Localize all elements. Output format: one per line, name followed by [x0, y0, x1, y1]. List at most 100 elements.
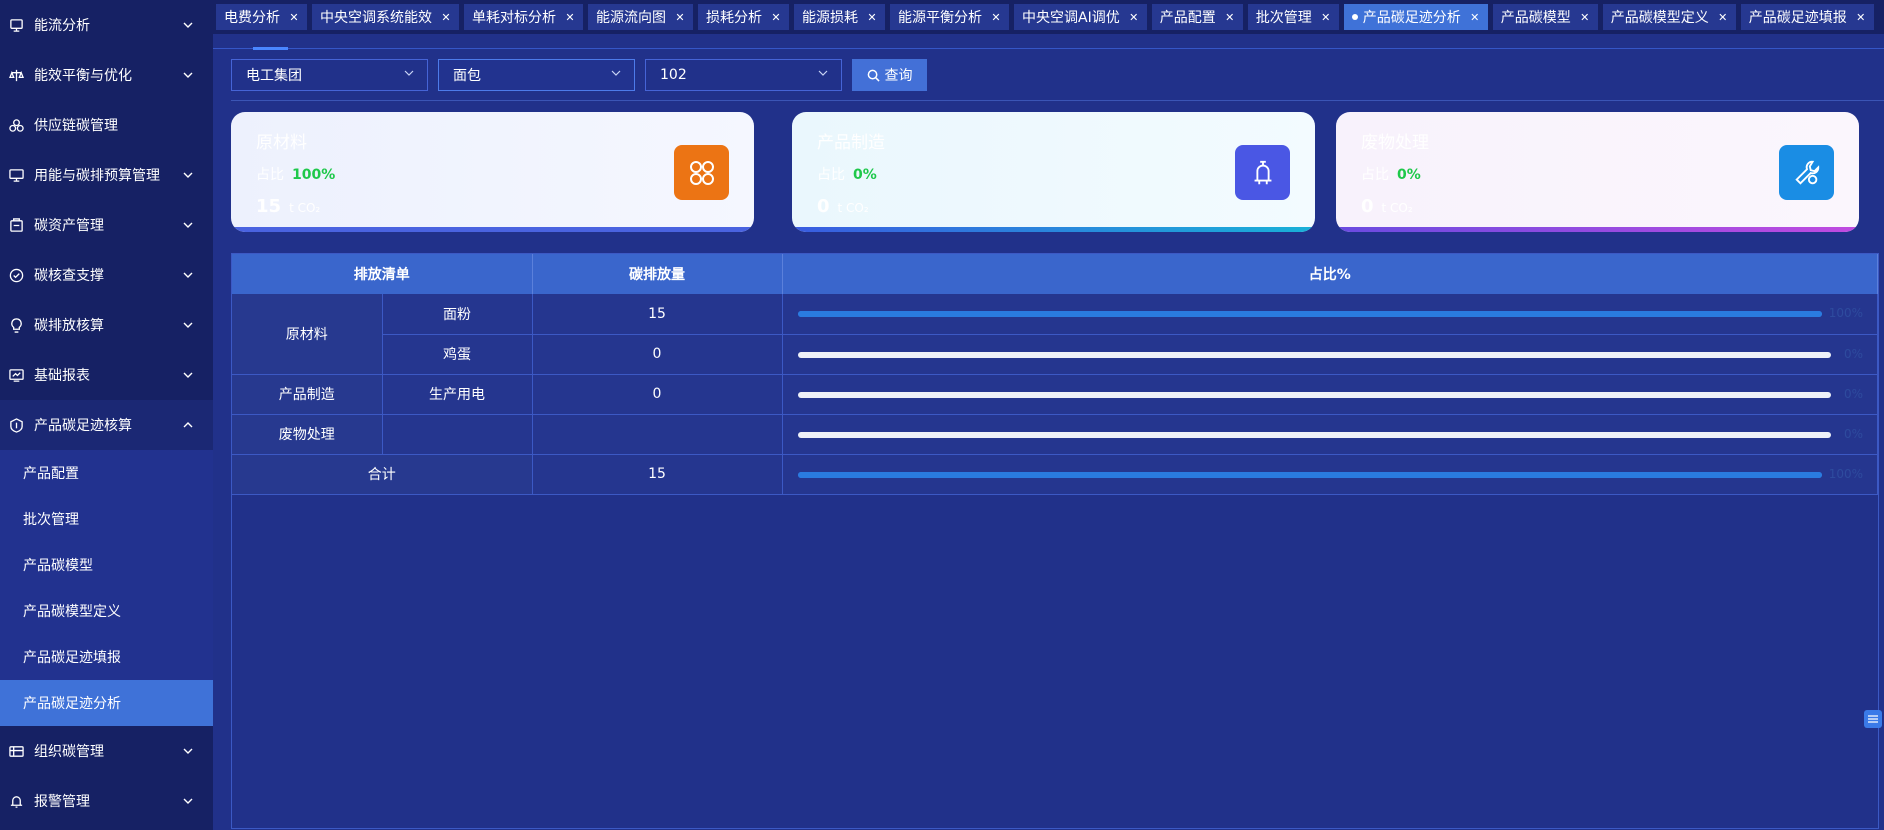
close-icon[interactable]: ✕	[867, 11, 877, 24]
sidebar-item-label: 碳核查支撑	[34, 268, 104, 284]
tab-batch-management[interactable]: 批次管理 ✕	[1247, 4, 1339, 30]
sidebar-item-label: 组织碳管理	[34, 744, 104, 760]
settings-sliders-icon[interactable]	[1864, 710, 1882, 728]
table-row: 原材料 面粉 15 100%	[232, 294, 1878, 375]
card-ratio-value: 0%	[1397, 167, 1421, 183]
close-icon[interactable]: ✕	[1580, 11, 1590, 24]
close-icon[interactable]: ✕	[1856, 11, 1866, 24]
sidebar-item-label: 用能与碳排预算管理	[34, 168, 160, 184]
table-row: 产品制造 生产用电 0 0%	[232, 374, 1878, 415]
card-ratio-label: 占比	[1361, 167, 1389, 183]
close-icon[interactable]: ✕	[289, 11, 299, 24]
company-select[interactable]: 电工集团	[231, 59, 428, 91]
close-icon[interactable]: ✕	[771, 11, 781, 24]
bell-icon	[1235, 145, 1290, 200]
tab-product-config[interactable]: 产品配置 ✕	[1151, 4, 1243, 30]
card-raw-material: 原材料 占比 100% 15 t CO₂	[231, 112, 754, 232]
sidebar-item-accounting[interactable]: 碳排放核算	[0, 300, 213, 350]
tab-footprint-entry[interactable]: 产品碳足迹填报 ✕	[1740, 4, 1874, 30]
close-icon[interactable]: ✕	[1129, 11, 1139, 24]
close-icon[interactable]: ✕	[1470, 11, 1480, 24]
sidebar-item-reports[interactable]: 基础报表	[0, 350, 213, 400]
ratio-cell: 0%	[782, 334, 1878, 375]
tab-loss-analysis[interactable]: 损耗分析 ✕	[698, 4, 789, 30]
chevron-down-icon	[817, 67, 829, 83]
tab-label: 单耗对标分析	[472, 10, 556, 26]
progress-bar	[797, 391, 1831, 398]
tab-label: 能源流向图	[596, 10, 666, 26]
emission-cell	[532, 414, 783, 455]
card-ratio: 占比 0%	[817, 164, 877, 184]
tab-label: 中央空调系统能效	[320, 10, 432, 26]
report-icon	[8, 367, 24, 383]
wrench-icon	[1779, 145, 1834, 200]
progress-bar	[797, 431, 1831, 438]
card-unit: t CO₂	[837, 201, 869, 215]
sidebar-item-efficiency[interactable]: 能效平衡与优化	[0, 50, 213, 100]
sidebar-item-carbon-asset[interactable]: 碳资产管理	[0, 200, 213, 250]
ratio-cell: 0%	[782, 414, 1878, 455]
tab-hvac-efficiency[interactable]: 中央空调系统能效 ✕	[312, 4, 459, 30]
submenu-item-footprint-analysis[interactable]: 产品碳足迹分析	[0, 680, 213, 726]
product-select[interactable]: 面包	[438, 59, 635, 91]
submenu-item-footprint-entry[interactable]: 产品碳足迹填报	[0, 634, 213, 680]
main-content: 电工集团 面包 102 查询 原材料 占比 100% 15 t CO₂ 产品制造 占…	[213, 34, 1884, 830]
card-amount: 15 t CO₂	[256, 196, 320, 217]
product-select-value: 面包	[453, 68, 481, 84]
query-button[interactable]: 查询	[852, 59, 927, 91]
sidebar-item-footprint[interactable]: 产品碳足迹核算	[0, 400, 213, 450]
sidebar-item-label: 供应链碳管理	[34, 118, 118, 134]
emission-cell: 15	[532, 454, 783, 495]
sidebar-item-supply-chain[interactable]: 供应链碳管理	[0, 100, 213, 150]
tab-unit-consumption[interactable]: 单耗对标分析 ✕	[464, 4, 583, 30]
tab-carbon-model[interactable]: 产品碳模型 ✕	[1492, 4, 1598, 30]
close-icon[interactable]: ✕	[991, 11, 1001, 24]
submenu-item-carbon-model-definition[interactable]: 产品碳模型定义	[0, 588, 213, 634]
close-icon[interactable]: ✕	[1718, 11, 1728, 24]
chevron-down-icon	[181, 218, 195, 232]
emission-table: 排放清单 碳排放量 占比% 原材料 面粉 15 100% 鸡蛋 0 0% 产品制…	[231, 253, 1879, 829]
chevron-down-icon	[181, 318, 195, 332]
tab-label: 产品配置	[1159, 10, 1216, 26]
sidebar-item-flow-analysis[interactable]: 能流分析	[0, 0, 213, 50]
tab-footprint-analysis[interactable]: 产品碳足迹分析 ✕	[1343, 4, 1488, 30]
footprint-submenu: 产品配置 批次管理 产品碳模型 产品碳模型定义 产品碳足迹填报 产品碳足迹分析	[0, 450, 213, 726]
tab-energy-loss[interactable]: 能源损耗 ✕	[794, 4, 885, 30]
chevron-down-icon	[181, 368, 195, 382]
card-title: 废物处理	[1361, 133, 1429, 153]
sidebar-item-org-carbon[interactable]: 组织碳管理	[0, 726, 213, 776]
sidebar-item-alarm[interactable]: 报警管理	[0, 776, 213, 826]
close-icon[interactable]: ✕	[675, 11, 685, 24]
filter-bar: 电工集团 面包 102 查询	[231, 59, 927, 91]
tab-electricity-analysis[interactable]: 电费分析 ✕	[216, 4, 307, 30]
submenu-item-product-config[interactable]: 产品配置	[0, 450, 213, 496]
active-dot-icon	[1351, 14, 1358, 20]
tab-label: 能源平衡分析	[898, 10, 982, 26]
emission-cell: 0	[532, 374, 783, 415]
submenu-item-batch-management[interactable]: 批次管理	[0, 496, 213, 542]
divider	[213, 48, 1884, 49]
tab-label: 产品碳足迹分析	[1362, 10, 1461, 26]
close-icon[interactable]: ✕	[565, 11, 575, 24]
tab-label: 产品碳模型定义	[1610, 10, 1709, 26]
tab-carbon-model-definition[interactable]: 产品碳模型定义 ✕	[1602, 4, 1736, 30]
close-icon[interactable]: ✕	[1321, 11, 1331, 24]
monitor-icon	[8, 167, 24, 183]
chevron-down-icon	[403, 67, 415, 83]
tab-energy-flow[interactable]: 能源流向图 ✕	[588, 4, 693, 30]
tab-energy-balance[interactable]: 能源平衡分析 ✕	[890, 4, 1009, 30]
close-icon[interactable]: ✕	[1225, 11, 1235, 24]
card-amount-value: 0	[817, 196, 830, 217]
close-icon[interactable]: ✕	[441, 11, 451, 24]
progress-bar	[797, 351, 1831, 358]
ratio-cell: 100%	[782, 454, 1878, 495]
batch-select[interactable]: 102	[645, 59, 842, 91]
progress-label: 100%	[1828, 466, 1863, 481]
tab-hvac-ai[interactable]: 中央空调AI调优 ✕	[1014, 4, 1147, 30]
sidebar-item-verification[interactable]: 碳核查支撑	[0, 250, 213, 300]
company-select-value: 电工集团	[246, 68, 302, 84]
card-amount-value: 15	[256, 196, 282, 217]
submenu-item-carbon-model[interactable]: 产品碳模型	[0, 542, 213, 588]
card-accent-bar	[792, 227, 1315, 232]
sidebar-item-budget[interactable]: 用能与碳排预算管理	[0, 150, 213, 200]
